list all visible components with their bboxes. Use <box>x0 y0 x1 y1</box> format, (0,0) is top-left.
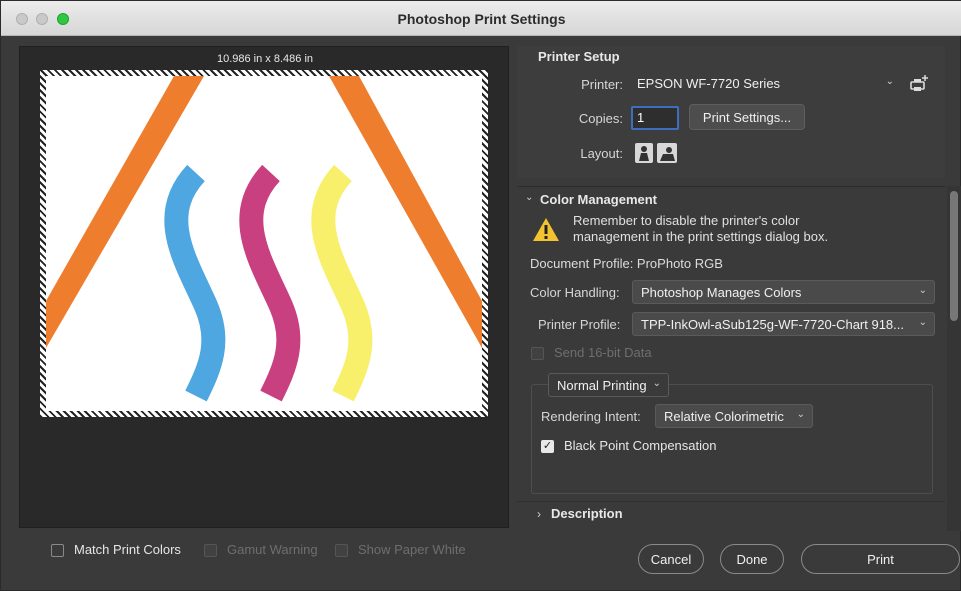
show-paper-white-checkbox[interactable] <box>335 544 348 557</box>
printer-setup-section: Printer Setup Printer: EPSON WF-7720 Ser… <box>517 46 945 178</box>
chevron-down-icon: ⌄ <box>652 378 661 389</box>
color-handling-select[interactable]: Photoshop Manages Colors ⌄ <box>632 280 935 304</box>
done-button[interactable]: Done <box>720 544 784 574</box>
chevron-right-icon[interactable]: › <box>537 507 541 521</box>
print-button[interactable]: Print <box>801 544 960 574</box>
warning-icon <box>533 218 559 241</box>
chevron-down-icon: ⌄ <box>796 409 805 420</box>
section-divider <box>517 501 945 502</box>
chevron-down-icon: ⌄ <box>918 285 927 296</box>
chevron-down-icon: ⌄ <box>885 76 894 87</box>
yellow-wave <box>311 164 373 402</box>
color-handling-value: Photoshop Manages Colors <box>641 285 802 300</box>
portrait-layout-icon[interactable] <box>635 143 653 163</box>
rendering-intent-value: Relative Colorimetric <box>664 409 784 424</box>
print-settings-button[interactable]: Print Settings... <box>689 104 805 130</box>
send-16-bit-label: Send 16-bit Data <box>554 345 652 360</box>
add-printer-icon[interactable] <box>909 74 929 94</box>
printing-mode-select[interactable]: Normal Printing ⌄ <box>548 373 669 397</box>
gamut-warning-label: Gamut Warning <box>227 542 318 557</box>
landscape-layout-icon[interactable] <box>657 143 677 163</box>
layout-label: Layout: <box>580 146 623 161</box>
match-print-colors-label: Match Print Colors <box>74 542 181 557</box>
printer-setup-heading: Printer Setup <box>538 49 620 64</box>
printer-profile-value: TPP-InkOwl-aSub125g-WF-7720-Chart 918... <box>641 317 904 332</box>
rendering-intent-label: Rendering Intent: <box>541 409 641 424</box>
document-profile: Document Profile: ProPhoto RGB <box>530 256 723 271</box>
printer-profile-select[interactable]: TPP-InkOwl-aSub125g-WF-7720-Chart 918...… <box>632 312 935 336</box>
gamut-warning-checkbox[interactable] <box>204 544 217 557</box>
warning-line-1: Remember to disable the printer's color <box>573 213 800 228</box>
print-preview-panel: 10.986 in x 8.486 in <box>19 46 509 528</box>
match-print-colors-checkbox[interactable] <box>51 544 64 557</box>
rendering-intent-select[interactable]: Relative Colorimetric ⌄ <box>655 404 813 428</box>
print-settings-window: Photoshop Print Settings 10.986 in x 8.4… <box>0 0 961 591</box>
blue-wave <box>164 164 226 402</box>
copies-field[interactable]: 1 <box>631 106 679 130</box>
description-heading[interactable]: Description <box>551 506 623 521</box>
show-paper-white-label: Show Paper White <box>358 542 466 557</box>
printing-mode-value: Normal Printing <box>557 378 647 393</box>
image-preview <box>46 76 482 402</box>
black-point-checkbox[interactable]: ✓ <box>541 440 554 453</box>
color-management-section: ⌄ Color Management Remember to disable t… <box>517 186 945 531</box>
title-bar: Photoshop Print Settings <box>1 1 961 36</box>
copies-label: Copies: <box>578 111 623 126</box>
warning-line-2: management in the print settings dialog … <box>573 229 829 244</box>
window-title: Photoshop Print Settings <box>397 11 566 27</box>
chevron-down-icon[interactable]: ⌄ <box>525 192 533 203</box>
color-management-heading[interactable]: Color Management <box>540 192 657 207</box>
paper-dimensions: 10.986 in x 8.486 in <box>216 53 314 65</box>
paper-preview[interactable] <box>40 70 488 417</box>
chevron-down-icon: ⌄ <box>918 317 927 328</box>
printer-value: EPSON WF-7720 Series <box>637 76 781 91</box>
send-16-bit-checkbox[interactable] <box>531 347 544 360</box>
black-point-label: Black Point Compensation <box>564 438 717 453</box>
cancel-button[interactable]: Cancel <box>638 544 704 574</box>
scrollbar-thumb[interactable] <box>950 191 958 321</box>
printer-select[interactable]: EPSON WF-7720 Series ⌄ <box>629 72 901 96</box>
color-warning-text: Remember to disable the printer's color … <box>573 213 828 245</box>
printer-profile-label: Printer Profile: <box>538 317 621 332</box>
printer-label: Printer: <box>581 77 623 92</box>
color-handling-label: Color Handling: <box>530 285 620 300</box>
magenta-wave <box>239 164 301 402</box>
